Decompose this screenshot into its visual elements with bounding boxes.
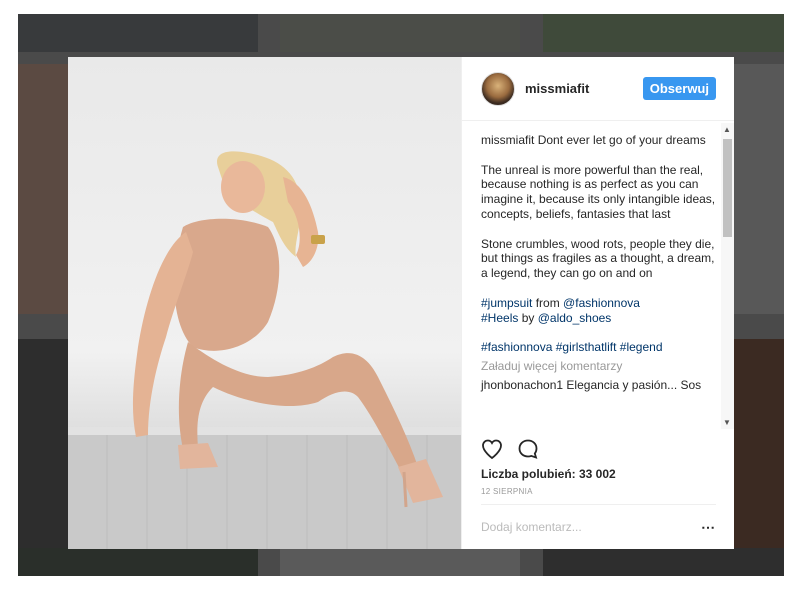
feed-thumbnail[interactable] [543, 548, 784, 576]
caption-username[interactable]: missmiafit [481, 133, 534, 147]
likes-count[interactable]: Liczba polubień: 33 002 [481, 467, 616, 481]
add-comment-bar: Dodaj komentarz... ⋯ [481, 504, 716, 549]
comment-username[interactable]: jhonbonachon1 [481, 378, 563, 392]
feed-thumbnail[interactable] [280, 14, 520, 52]
feed-thumbnail[interactable] [18, 14, 258, 52]
post-date: 12 SIERPNIA [481, 487, 533, 496]
caption: missmiafit Dont ever let go of your drea… [481, 133, 721, 148]
caption-credits: #jumpsuit from @fashionnova #Heels by @al… [481, 296, 721, 326]
hashtag-link[interactable]: #jumpsuit [481, 296, 532, 310]
feed-thumbnail[interactable] [543, 14, 784, 52]
feed-thumbnail[interactable] [734, 64, 784, 314]
scroll-up-arrow-icon[interactable]: ▲ [723, 125, 731, 134]
caption-paragraph: The unreal is more powerful than the rea… [481, 162, 719, 221]
mention-link[interactable]: @aldo_shoes [538, 311, 612, 325]
feed-thumbnail[interactable] [280, 548, 520, 576]
hashtag-link[interactable]: #girlsthatlift [556, 340, 617, 354]
post-modal: missmiafit Obserwuj missmiafit Dont ever… [68, 57, 734, 549]
mention-link[interactable]: @fashionnova [563, 296, 640, 310]
post-header: missmiafit Obserwuj [462, 57, 734, 121]
heart-icon[interactable] [480, 437, 504, 461]
scrollbar-thumb[interactable] [723, 139, 732, 237]
comments-list[interactable]: missmiafit Dont ever let go of your drea… [462, 121, 721, 429]
hashtag-link[interactable]: #Heels [481, 311, 518, 325]
caption-text: Dont ever let go of your dreams [537, 133, 706, 147]
caption-paragraph: Stone crumbles, wood rots, people they d… [481, 236, 718, 281]
comment-bubble-icon[interactable] [516, 437, 540, 461]
avatar[interactable] [481, 71, 515, 106]
follow-button[interactable]: Obserwuj [642, 77, 716, 100]
hashtag-link[interactable]: #fashionnova [481, 340, 552, 354]
more-options-icon[interactable]: ⋯ [701, 519, 716, 536]
post-sidebar: missmiafit Obserwuj missmiafit Dont ever… [461, 57, 734, 549]
feed-thumbnail[interactable] [18, 339, 68, 576]
feed-thumbnail[interactable] [734, 339, 784, 576]
add-comment-input[interactable]: Dodaj komentarz... [481, 520, 582, 534]
load-more-comments[interactable]: Załaduj więcej komentarzy [481, 359, 721, 374]
comment-text: Elegancia y pasión... Sos [566, 377, 702, 392]
feed-thumbnail[interactable] [18, 64, 68, 314]
hashtags: #fashionnova #girlsthatlift #legend [481, 340, 721, 355]
model-figure [132, 151, 443, 508]
scroll-down-arrow-icon[interactable]: ▼ [723, 418, 731, 427]
credit-word: from [535, 295, 560, 310]
hashtag-link[interactable]: #legend [620, 340, 663, 354]
feed-thumbnail[interactable] [18, 548, 258, 576]
post-username[interactable]: missmiafit [525, 81, 589, 96]
post-actions [480, 437, 540, 461]
comments-scrollbar[interactable]: ▲ ▼ [721, 123, 734, 429]
comment: jhonbonachon1 Elegancia y pasión... Sos [481, 378, 721, 393]
credit-word: by [521, 310, 535, 325]
post-photo[interactable] [68, 57, 461, 549]
